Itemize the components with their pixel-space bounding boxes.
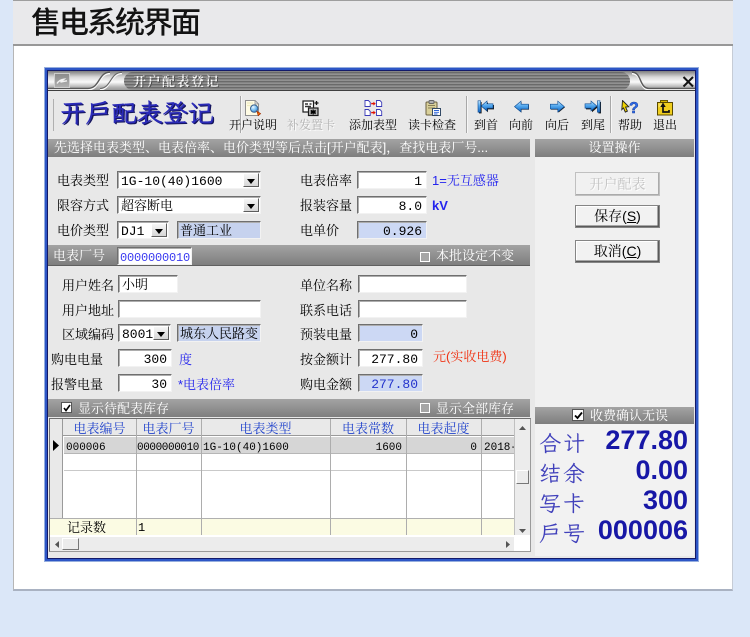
svg-text:?: ? — [629, 100, 639, 116]
